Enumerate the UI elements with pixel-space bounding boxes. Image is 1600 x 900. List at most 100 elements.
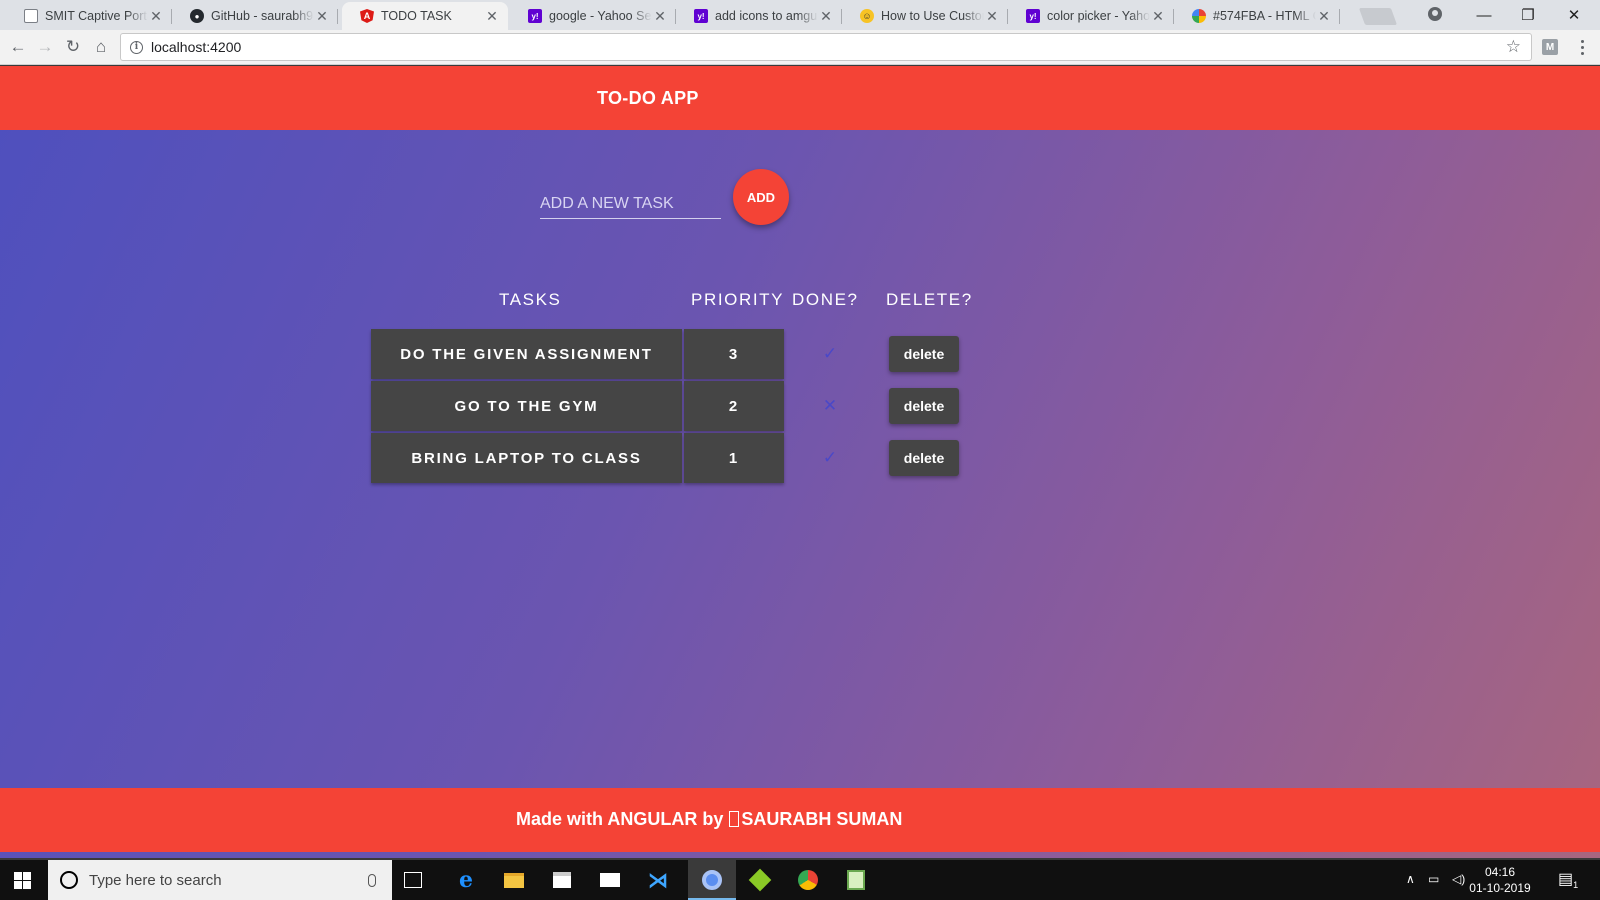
footer-prefix: Made with ANGULAR by [516,809,724,829]
column-header-priority: PRIORITY [691,290,785,309]
tab-label: How to Use Custom [881,9,984,23]
tab-label: SMIT Captive Portal [45,9,148,23]
reload-icon[interactable]: ↻ [61,36,85,58]
task-row: BRING LAPTOP TO CLASS 1 ✓ delete [371,433,971,483]
task-row: GO TO THE GYM 2 ✕ delete [371,381,971,431]
task-input-wrapper [540,181,721,219]
notification-center-icon[interactable]: ▤1 [1558,869,1578,890]
close-icon[interactable]: ✕ [652,8,668,25]
app-title: TO-DO APP [597,88,699,108]
tab-label: add icons to amgula [715,9,818,23]
close-icon[interactable]: ✕ [1150,8,1166,25]
color-wheel-icon [1192,9,1206,23]
not-done-cross-icon[interactable]: ✕ [815,381,845,431]
task-name-cell: BRING LAPTOP TO CLASS [371,433,682,483]
app-footer: Made with ANGULAR by SAURABH SUMAN [0,788,1600,852]
cortana-icon [60,871,78,889]
yahoo-icon: y! [1026,9,1040,23]
browser-tab-github[interactable]: ● GitHub - saurabh98 ✕ [172,2,338,30]
tab-label: color picker - Yahoo [1047,9,1150,23]
notepad-plus-icon[interactable] [844,868,868,892]
new-task-input[interactable] [540,181,721,218]
forward-arrow-icon[interactable]: → [33,36,57,58]
chromium-icon[interactable] [700,868,724,892]
notification-count: 1 [1573,880,1579,891]
browser-tab-color-picker[interactable]: y! color picker - Yahoo ✕ [1008,2,1174,30]
minimize-icon[interactable]: — [1462,0,1506,30]
column-header-done: DONE? [792,290,859,309]
store-icon[interactable] [550,868,574,892]
network-icon[interactable]: ▭ [1428,872,1439,886]
close-icon[interactable]: ✕ [984,8,1000,25]
mail-icon[interactable] [598,868,622,892]
tab-label: GitHub - saurabh98 [211,9,314,23]
close-icon[interactable]: ✕ [1316,8,1332,25]
file-explorer-icon[interactable] [502,868,526,892]
browser-tab-todo[interactable]: A TODO TASK ✕ [342,2,508,30]
tab-label: TODO TASK [381,9,452,23]
document-icon [24,9,38,23]
browser-tab-html-color[interactable]: #574FBA - HTML Co ✕ [1174,2,1340,30]
task-row: DO THE GIVEN ASSIGNMENT 3 ✓ delete [371,329,971,379]
microphone-icon[interactable] [368,873,376,887]
windows-start-icon[interactable] [14,872,31,889]
vscode-icon[interactable]: ⋊ [646,868,670,892]
clock-date: 01-10-2019 [1469,881,1531,895]
emoji-icon: ☺ [860,9,874,23]
extension-icon[interactable]: M [1542,39,1558,55]
taskbar-search-placeholder[interactable]: Type here to search [89,872,368,889]
browser-tab-yahoo-icons[interactable]: y! add icons to amgula ✕ [676,2,842,30]
browser-tab-smit[interactable]: SMIT Captive Portal ✕ [6,2,172,30]
back-arrow-icon[interactable]: ← [6,36,30,58]
delete-task-button[interactable]: delete [889,336,959,372]
column-header-tasks: TASKS [499,290,562,309]
bookmark-star-icon[interactable]: ☆ [1506,37,1521,57]
column-header-delete: DELETE? [886,290,973,309]
yahoo-icon: y! [694,9,708,23]
task-priority-cell: 3 [684,329,784,379]
task-name-cell: GO TO THE GYM [371,381,682,431]
yahoo-icon: y! [528,9,542,23]
windows-taskbar: Type here to search e ⋊ ∧ ▭ ◁) 04:16 01-… [0,860,1600,900]
taskbar-search-box[interactable]: Type here to search [48,860,392,900]
git-kraken-icon[interactable] [748,868,772,892]
done-check-icon[interactable]: ✓ [815,329,845,379]
missing-glyph-icon [729,811,740,827]
app-header: TO-DO APP [0,66,1600,130]
done-check-icon[interactable]: ✓ [815,433,845,483]
add-task-button[interactable]: ADD [733,169,789,225]
browser-tab-yahoo-google[interactable]: y! google - Yahoo Sear ✕ [510,2,676,30]
window-close-icon[interactable]: ✕ [1552,0,1596,30]
close-icon[interactable]: ✕ [484,8,500,25]
footer-credit: Made with ANGULAR by SAURABH SUMAN [516,809,902,830]
tab-label: google - Yahoo Sear [549,9,652,23]
delete-task-button[interactable]: delete [889,388,959,424]
home-icon[interactable]: ⌂ [89,36,113,58]
taskbar-clock[interactable]: 04:16 01-10-2019 [1464,864,1536,896]
close-icon[interactable]: ✕ [818,8,834,25]
task-priority-cell: 1 [684,433,784,483]
todo-app-page: TO-DO APP ADD TASKS PRIORITY DONE? DELET… [0,66,1600,858]
clock-time: 04:16 [1484,865,1516,879]
browser-menu-icon[interactable] [1578,38,1586,56]
close-icon[interactable]: ✕ [314,8,330,25]
profile-icon[interactable] [1428,7,1442,21]
delete-task-button[interactable]: delete [889,440,959,476]
browser-tab-strip: SMIT Captive Portal ✕ ● GitHub - saurabh… [0,0,1600,30]
browser-tab-custom[interactable]: ☺ How to Use Custom ✕ [842,2,1008,30]
task-view-icon[interactable] [404,872,422,888]
restore-icon[interactable]: ❐ [1506,0,1550,30]
github-icon: ● [190,9,204,23]
angular-icon: A [360,9,374,23]
edge-icon[interactable]: e [454,867,478,893]
task-priority-cell: 2 [684,381,784,431]
tray-chevron-icon[interactable]: ∧ [1406,872,1415,886]
address-bar[interactable]: i localhost:4200 ☆ [120,33,1532,61]
chrome-icon[interactable] [796,868,820,892]
new-tab-button[interactable] [1358,8,1398,25]
info-icon[interactable]: i [130,40,143,54]
footer-author: SAURABH SUMAN [741,809,903,829]
close-icon[interactable]: ✕ [148,8,164,25]
url-text[interactable]: localhost:4200 [151,39,241,55]
task-name-cell: DO THE GIVEN ASSIGNMENT [371,329,682,379]
